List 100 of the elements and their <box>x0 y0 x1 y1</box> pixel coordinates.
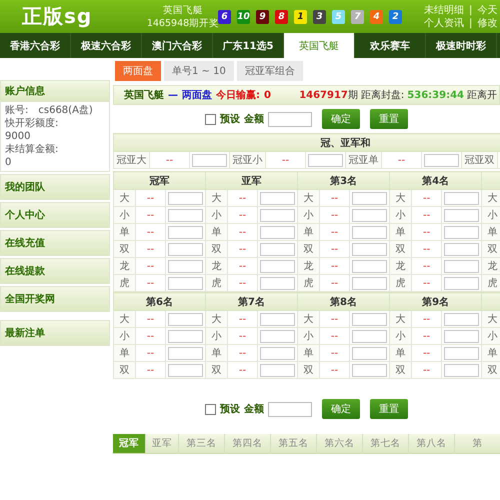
bet-input[interactable] <box>352 192 388 204</box>
bet-input[interactable] <box>352 364 388 376</box>
game-name: 英国飞艇 <box>163 4 203 16</box>
header-link[interactable]: 个人资讯 <box>424 16 464 30</box>
sidebar-item[interactable]: 在线充值 <box>0 230 110 256</box>
odds-cell: -- <box>136 190 166 206</box>
preset-checkbox[interactable] <box>205 114 216 124</box>
bet-input[interactable] <box>352 276 388 290</box>
amount-field[interactable] <box>268 402 312 416</box>
odds-cell: -- <box>228 224 258 240</box>
odds-cell: -- <box>412 190 442 206</box>
header-link[interactable]: 今天 <box>477 4 498 16</box>
nav-tab[interactable]: 欢乐赛车 <box>355 33 426 58</box>
position-tab[interactable]: 第七名 <box>363 434 409 453</box>
bet-input[interactable] <box>260 364 296 376</box>
bet-input[interactable] <box>444 226 480 238</box>
bet-input[interactable] <box>444 330 480 342</box>
odds-cell: -- <box>320 240 350 258</box>
reset-button[interactable]: 重置 <box>370 399 408 419</box>
confirm-button[interactable]: 确定 <box>322 109 360 129</box>
odds-cell: -- <box>228 240 258 258</box>
bet-input[interactable] <box>260 312 296 326</box>
preset-label: 预设 <box>220 402 240 416</box>
bet-input[interactable] <box>424 154 459 166</box>
odds-cell: -- <box>412 206 442 224</box>
sidebar-item[interactable]: 最新注单 <box>0 320 110 346</box>
sidebar-item[interactable]: 我的团队 <box>0 174 110 200</box>
bet-input[interactable] <box>168 208 204 222</box>
bet-input[interactable] <box>444 312 480 326</box>
nav-tab[interactable]: 澳门六合彩 <box>142 33 213 58</box>
bet-input[interactable] <box>352 346 388 360</box>
odds-cell: -- <box>228 310 258 328</box>
bet-input[interactable] <box>352 312 388 326</box>
nav-tab[interactable]: 香港六合彩 <box>0 33 71 58</box>
sidebar-item[interactable]: 全国开奖网 <box>0 286 110 312</box>
odds-cell: -- <box>266 152 306 168</box>
nav-tab[interactable]: 极速时时彩 <box>426 33 497 58</box>
odds-cell: -- <box>136 344 166 362</box>
bet-input[interactable] <box>260 330 296 342</box>
sub-tab[interactable]: 单号1 ~ 10 <box>164 61 234 81</box>
bet-input[interactable] <box>444 242 480 256</box>
position-tab[interactable]: 第 <box>455 434 500 453</box>
nav-tab[interactable]: 英国飞艇 <box>284 33 355 58</box>
bet-input[interactable] <box>260 226 296 238</box>
bet-input[interactable] <box>260 346 296 360</box>
bet-input[interactable] <box>260 242 296 256</box>
reset-button[interactable]: 重置 <box>370 109 408 129</box>
position-tab[interactable]: 冠军 <box>113 434 146 453</box>
bet-input[interactable] <box>168 346 203 360</box>
header-link[interactable]: 未结明细 <box>424 4 464 16</box>
position-tab[interactable]: 第四名 <box>225 434 271 453</box>
sidebar-item[interactable]: 个人中心 <box>0 202 110 228</box>
bet-input[interactable] <box>352 208 388 222</box>
preset-checkbox[interactable] <box>205 404 216 414</box>
option-label: 双 <box>390 362 412 378</box>
option-label: 冠亚大 <box>114 152 150 168</box>
position-tab[interactable]: 亚军 <box>146 434 179 453</box>
bet-input[interactable] <box>444 364 480 376</box>
bet-input[interactable] <box>168 242 204 256</box>
header-link[interactable]: 修改 <box>477 16 498 30</box>
bet-input[interactable] <box>260 276 296 290</box>
bet-input[interactable] <box>168 364 203 376</box>
bet-input[interactable] <box>260 208 296 222</box>
bet-input[interactable] <box>444 260 480 272</box>
position-tab[interactable]: 第六名 <box>317 434 363 453</box>
sub-tab[interactable]: 两面盘 <box>115 61 161 81</box>
bet-input[interactable] <box>444 192 480 204</box>
odds-cell: -- <box>412 344 442 362</box>
bet-input[interactable] <box>352 260 388 272</box>
bet-input[interactable] <box>308 154 343 166</box>
bet-input[interactable] <box>444 346 480 360</box>
bet-input[interactable] <box>168 276 204 290</box>
bet-input[interactable] <box>168 260 204 272</box>
bet-input[interactable] <box>168 226 204 238</box>
column-header: 亚军 <box>206 172 298 190</box>
option-label: 小 <box>390 328 412 344</box>
option-label: 大 <box>114 310 136 328</box>
position-tab[interactable]: 第五名 <box>271 434 317 453</box>
bet-input[interactable] <box>352 242 388 256</box>
bet-input[interactable] <box>168 192 204 204</box>
amount-field[interactable] <box>268 112 312 126</box>
bet-input[interactable] <box>352 226 388 238</box>
option-label: 小 <box>298 328 320 344</box>
bet-input[interactable] <box>192 154 227 166</box>
option-label: 单 <box>298 224 320 240</box>
position-tab[interactable]: 第三名 <box>179 434 225 453</box>
confirm-button[interactable]: 确定 <box>322 399 360 419</box>
bet-input[interactable] <box>444 276 480 290</box>
sidebar-item[interactable]: 在线提款 <box>0 258 110 284</box>
bet-input[interactable] <box>352 330 388 342</box>
bet-input[interactable] <box>260 192 296 204</box>
position-tab[interactable]: 第八名 <box>409 434 455 453</box>
option-label: 单 <box>298 344 320 362</box>
bet-input[interactable] <box>168 312 203 326</box>
sub-tab[interactable]: 冠亚军组合 <box>236 61 303 81</box>
bet-input[interactable] <box>168 330 203 342</box>
bet-input[interactable] <box>260 260 296 272</box>
option-label: 双 <box>206 240 228 258</box>
bet-input[interactable] <box>444 208 480 222</box>
nav-tab[interactable]: 极速六合彩 <box>71 33 142 58</box>
